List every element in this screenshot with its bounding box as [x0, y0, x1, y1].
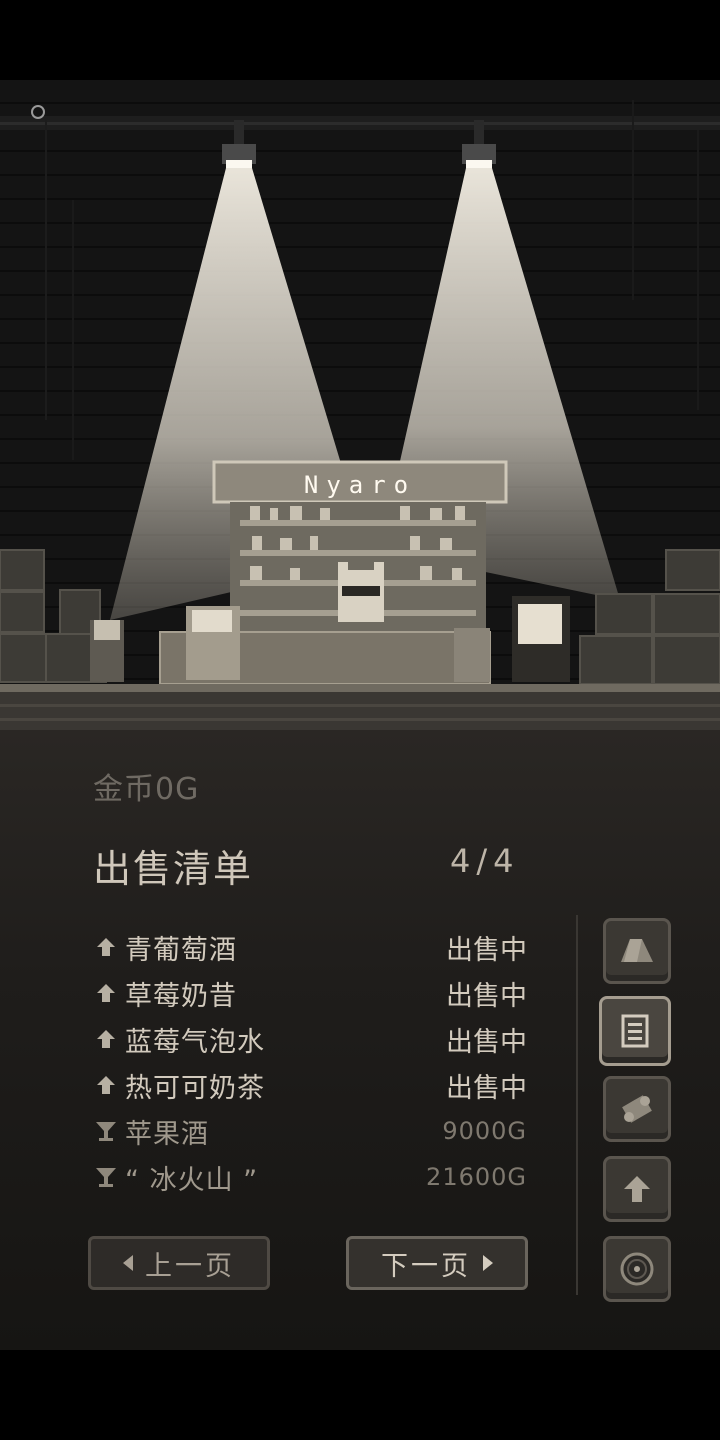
tent-button[interactable]: [603, 918, 671, 984]
top-bar: [0, 0, 720, 80]
scroll-button[interactable]: [603, 1076, 671, 1142]
sell-items-list: 青葡萄酒 出售中 草莓奶昔 出售中 蓝莓气泡水 出售中 热可可奶茶 出售中 苹果…: [93, 924, 533, 1200]
item-name: “ 冰火山 ”: [125, 1164, 259, 1196]
arrow-up-icon: [93, 1026, 119, 1052]
arrow-up-icon: [93, 934, 119, 960]
cocktail-glass-icon: [93, 1164, 119, 1190]
panel-divider: [576, 915, 578, 1295]
record-icon: [620, 1252, 654, 1286]
item-price: 21600G: [426, 1163, 527, 1191]
list-item[interactable]: 苹果酒 9000G: [93, 1108, 533, 1154]
prev-page-label: 上一页: [145, 1250, 235, 1282]
item-price: 9000G: [442, 1117, 527, 1145]
item-status: 出售中: [446, 1072, 527, 1104]
arrow-up-icon: [624, 1176, 650, 1202]
list-item[interactable]: 蓝莓气泡水 出售中: [93, 1016, 533, 1062]
list-item[interactable]: 青葡萄酒 出售中: [93, 924, 533, 970]
shop-scene: Nyaro: [0, 80, 720, 730]
item-name: 热可可奶茶: [125, 1072, 265, 1104]
page-indicator: 4/4: [450, 842, 520, 880]
bottom-bar: [0, 1350, 720, 1440]
item-name: 草莓奶昔: [125, 980, 237, 1012]
list-item[interactable]: 热可可奶茶 出售中: [93, 1062, 533, 1108]
list-item[interactable]: 草莓奶昔 出售中: [93, 970, 533, 1016]
shop-sign-text: Nyaro: [304, 471, 416, 499]
gold-label: 金币: [93, 772, 155, 807]
gold-value: 0G: [155, 772, 200, 807]
record-button[interactable]: [603, 1236, 671, 1302]
item-status: 出售中: [446, 1026, 527, 1058]
document-icon: [621, 1014, 649, 1048]
document-button[interactable]: [599, 996, 671, 1066]
tent-icon: [621, 939, 653, 962]
next-page-label: 下一页: [381, 1250, 471, 1282]
arrow-up-icon: [93, 1072, 119, 1098]
list-item[interactable]: “ 冰火山 ” 21600G: [93, 1154, 533, 1200]
prev-page-button[interactable]: 上一页: [88, 1236, 270, 1290]
gold-counter: 金币0G: [93, 764, 199, 808]
bar-scene-art: Nyaro: [0, 100, 720, 730]
chevron-right-icon: [483, 1255, 493, 1271]
list-title: 出售清单: [93, 847, 254, 891]
item-status: 出售中: [446, 934, 527, 966]
next-page-button[interactable]: 下一页: [346, 1236, 528, 1290]
item-status: 出售中: [446, 980, 527, 1012]
arrow-up-icon: [93, 980, 119, 1006]
upgrade-button[interactable]: [603, 1156, 671, 1222]
chevron-left-icon: [123, 1255, 133, 1271]
scroll-icon: [622, 1095, 652, 1123]
item-name: 蓝莓气泡水: [125, 1026, 265, 1058]
item-name: 青葡萄酒: [125, 934, 237, 966]
cocktail-glass-icon: [93, 1118, 119, 1144]
item-name: 苹果酒: [125, 1118, 209, 1150]
